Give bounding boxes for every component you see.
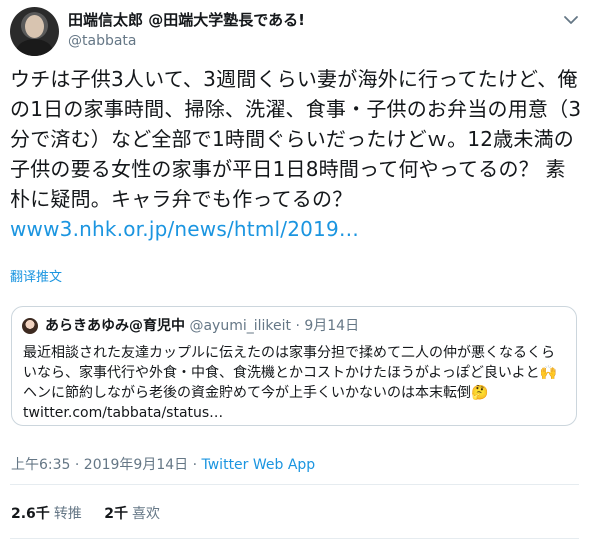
divider-bottom [10,538,579,539]
quoted-date: 9月14日 [304,318,360,334]
quoted-tweet-text: 最近相談された友達カップルに伝えたのは家事分担で揉めて二人の仲が悪くなるくらいな… [23,345,558,421]
translate-tweet-link[interactable]: 翻译推文 [10,266,62,285]
quoted-tweet-header: あらきあゆみ@育児中 @ayumi_ilikeit · 9月14日 [45,317,359,335]
tweet-timestamp: 上午6:35 · 2019年9月14日 · Twitter Web App [11,454,315,474]
retweets-count: 2.6千 [11,506,50,522]
quoted-separator: · [295,318,300,334]
chevron-down-icon[interactable] [562,13,580,27]
author-handle[interactable]: @tabbata [68,32,137,50]
retweets-stat[interactable]: 2.6千 转推 [11,506,82,522]
quoted-author-handle: @ayumi_ilikeit [189,318,291,334]
tweet-stats: 2.6千 转推 2千 喜欢 [11,503,178,523]
likes-label: 喜欢 [132,506,161,522]
avatar-face [25,15,44,38]
tweet-link[interactable]: www3.nhk.or.jp/news/html/2019… [10,217,359,241]
timestamp-text[interactable]: 上午6:35 · 2019年9月14日 · [11,457,202,473]
likes-count: 2千 [104,506,129,522]
tweet-body: ウチは子供3人いて、3週間くらい妻が海外に行ってたけど、俺の1日の家事時間、掃除… [10,67,582,211]
quoted-author-name: あらきあゆみ@育児中 [45,318,185,334]
quoted-author-avatar [22,318,38,334]
divider [10,484,579,485]
tweet-card: 田端信太郎 @田端大学塾長である! @tabbata ウチは子供3人いて、3週間… [0,0,589,544]
tweet-text: ウチは子供3人いて、3週間くらい妻が海外に行ってたけど、俺の1日の家事時間、掃除… [10,64,585,244]
author-display-name[interactable]: 田端信太郎 @田端大学塾長である! [68,11,305,29]
avatar-shoulders [16,39,53,56]
quoted-tweet[interactable]: あらきあゆみ@育児中 @ayumi_ilikeit · 9月14日 最近相談され… [11,306,577,426]
retweets-label: 转推 [53,506,82,522]
author-avatar[interactable] [10,7,59,56]
likes-stat[interactable]: 2千 喜欢 [104,506,160,522]
client-link[interactable]: Twitter Web App [202,457,316,473]
